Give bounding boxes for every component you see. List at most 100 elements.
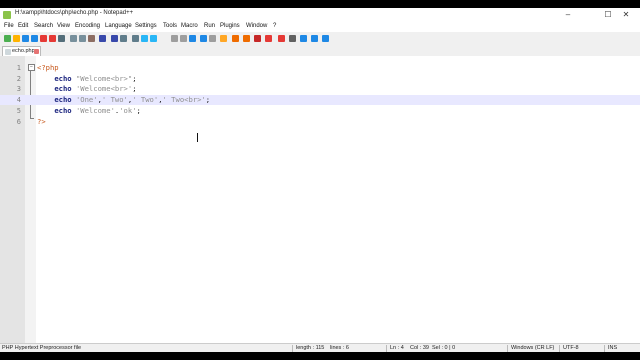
save-icon[interactable]: [22, 35, 29, 42]
status-file-type: PHP Hypertext Preprocessor file: [2, 345, 82, 351]
menu-tools[interactable]: Tools: [163, 23, 177, 29]
menu-window[interactable]: Window: [246, 23, 267, 29]
close-all-icon[interactable]: [49, 35, 56, 42]
menu-help[interactable]: ?: [273, 23, 276, 29]
redo-icon[interactable]: [111, 35, 118, 42]
udl-icon[interactable]: [220, 35, 227, 42]
keyword-token: echo: [54, 95, 72, 105]
sync-scroll-v-icon[interactable]: [171, 35, 178, 42]
record-macro-icon[interactable]: [278, 35, 285, 42]
string-token: ' Two<br>': [162, 95, 206, 105]
status-separator: [507, 345, 508, 352]
word-wrap-icon[interactable]: [189, 35, 196, 42]
line-number: 4: [16, 96, 21, 105]
zoom-out-icon[interactable]: [150, 35, 157, 42]
menu-encoding[interactable]: Encoding: [75, 23, 100, 29]
menu-bar: File Edit Search View Encoding Language …: [0, 22, 640, 32]
php-tag-token: <?php: [37, 63, 59, 72]
menu-search[interactable]: Search: [34, 23, 53, 29]
code-line[interactable]: 3 echo 'Welcome<br>';: [0, 84, 640, 94]
status-encoding[interactable]: UTF-8: [563, 345, 579, 351]
php-tag-token: ?>: [37, 116, 46, 126]
menu-macro[interactable]: Macro: [181, 23, 198, 29]
run-macro-icon[interactable]: [311, 35, 318, 42]
menu-file[interactable]: File: [4, 23, 14, 29]
find-icon[interactable]: [120, 35, 127, 42]
code-line[interactable]: 1− <?php: [0, 63, 640, 73]
line-number: 5: [16, 106, 21, 115]
mouse-ibeam-cursor-icon: [197, 133, 200, 142]
code-line[interactable]: 6 ?>: [0, 117, 640, 127]
play-macro-icon[interactable]: [300, 35, 307, 42]
status-separator: [292, 345, 293, 352]
code-text: ?>: [37, 117, 46, 127]
cut-icon[interactable]: [70, 35, 77, 42]
string-token: 'One': [75, 95, 98, 105]
undo-icon[interactable]: [99, 35, 106, 42]
operator-token: [37, 106, 54, 115]
toolbar: [0, 32, 640, 46]
close-tab-icon[interactable]: [34, 49, 39, 54]
menu-run[interactable]: Run: [204, 23, 215, 29]
line-number: 2: [16, 74, 21, 83]
paste-icon[interactable]: [88, 35, 95, 42]
menu-plugins[interactable]: Plugins: [220, 23, 240, 29]
status-separator: [386, 345, 387, 352]
code-line[interactable]: 2 echo "Welcome<br>";: [0, 74, 640, 84]
status-bar: PHP Hypertext Preprocessor file length :…: [0, 343, 640, 352]
operator-token: [37, 74, 54, 83]
notepad-plus-plus-window: H:\xampp\htdocs\php\echo.php - Notepad++…: [0, 8, 640, 352]
code-line[interactable]: 4 echo 'One',' Two',' Two',' Two<br>';: [0, 95, 640, 106]
operator-token: [37, 95, 54, 104]
keyword-token: echo: [54, 73, 72, 83]
stop-macro-icon[interactable]: [289, 35, 296, 42]
tab-label: echo.php: [12, 48, 35, 54]
string-token: 'Welcome<br>': [75, 84, 133, 94]
folder-workspace-icon[interactable]: [254, 35, 261, 42]
menu-edit[interactable]: Edit: [18, 23, 28, 29]
zoom-in-icon[interactable]: [141, 35, 148, 42]
menu-language[interactable]: Language: [105, 23, 132, 29]
string-token: 'Welcome': [75, 105, 115, 115]
save-macro-icon[interactable]: [322, 35, 329, 42]
status-line-number: Ln : 4: [390, 345, 404, 351]
saved-file-icon: [5, 49, 11, 55]
show-all-chars-icon[interactable]: [200, 35, 207, 42]
code-text: <?php: [37, 63, 59, 73]
monitoring-icon[interactable]: [265, 35, 272, 42]
indent-guide-icon[interactable]: [209, 35, 216, 42]
code-editor[interactable]: 1− <?php 2 echo "Welcome<br>"; 3 echo 'Welc…: [0, 56, 640, 343]
doc-map-icon[interactable]: [232, 35, 239, 42]
menu-view[interactable]: View: [57, 23, 70, 29]
status-separator: [604, 345, 605, 352]
status-selection: Sel : 0 | 0: [432, 345, 456, 351]
status-column: Col : 39: [410, 345, 429, 351]
operator-token: ;: [132, 84, 137, 94]
operator-token: ;: [136, 105, 141, 115]
close-window-button[interactable]: ✕: [612, 9, 640, 21]
status-lines: lines : 6: [330, 345, 349, 351]
open-file-icon[interactable]: [13, 35, 20, 42]
string-token: 'ok': [119, 105, 137, 115]
fold-collapse-icon[interactable]: −: [28, 64, 35, 71]
function-list-icon[interactable]: [243, 35, 250, 42]
close-icon[interactable]: [40, 35, 47, 42]
status-insert-mode[interactable]: INS: [608, 345, 617, 351]
code-line[interactable]: 5 echo 'Welcome'.'ok';: [0, 106, 640, 116]
title-bar: H:\xampp\htdocs\php\echo.php - Notepad++…: [0, 8, 640, 22]
code-text: echo 'Welcome'.'ok';: [37, 106, 141, 116]
save-all-icon[interactable]: [31, 35, 38, 42]
line-number: 3: [16, 85, 21, 94]
new-file-icon[interactable]: [4, 35, 11, 42]
sync-scroll-h-icon[interactable]: [180, 35, 187, 42]
status-length: length : 115: [296, 345, 325, 351]
copy-icon[interactable]: [79, 35, 86, 42]
notepad-plus-plus-app-icon: [3, 11, 11, 19]
minimize-button[interactable]: –: [554, 9, 582, 21]
print-icon[interactable]: [58, 35, 65, 42]
tab-strip: echo.php: [0, 45, 640, 56]
replace-icon[interactable]: [132, 35, 139, 42]
status-eol-format[interactable]: Windows (CR LF): [511, 345, 554, 351]
menu-settings[interactable]: Settings: [135, 23, 157, 29]
tab-echo-php[interactable]: echo.php: [2, 46, 41, 56]
